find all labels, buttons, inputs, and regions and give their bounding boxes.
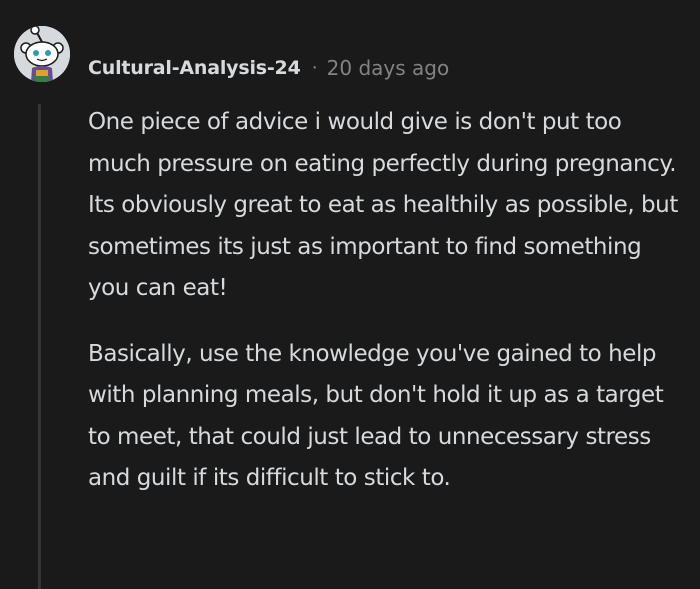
meta-separator: · <box>311 57 318 79</box>
comment-timestamp[interactable]: 20 days ago <box>327 56 450 80</box>
thread-line[interactable] <box>38 104 41 589</box>
comment-header: Cultural-Analysis-24 · 20 days ago <box>88 52 449 84</box>
comment-paragraph: Basically, use the knowledge you've gain… <box>88 340 664 492</box>
comment-body: One piece of advice i would give is don'… <box>88 102 688 500</box>
snoo-avatar-icon[interactable] <box>14 26 70 82</box>
comment: Cultural-Analysis-24 · 20 days ago One p… <box>0 0 700 589</box>
comment-paragraph: One piece of advice i would give is don'… <box>88 109 678 301</box>
username-link[interactable]: Cultural-Analysis-24 <box>88 57 301 79</box>
